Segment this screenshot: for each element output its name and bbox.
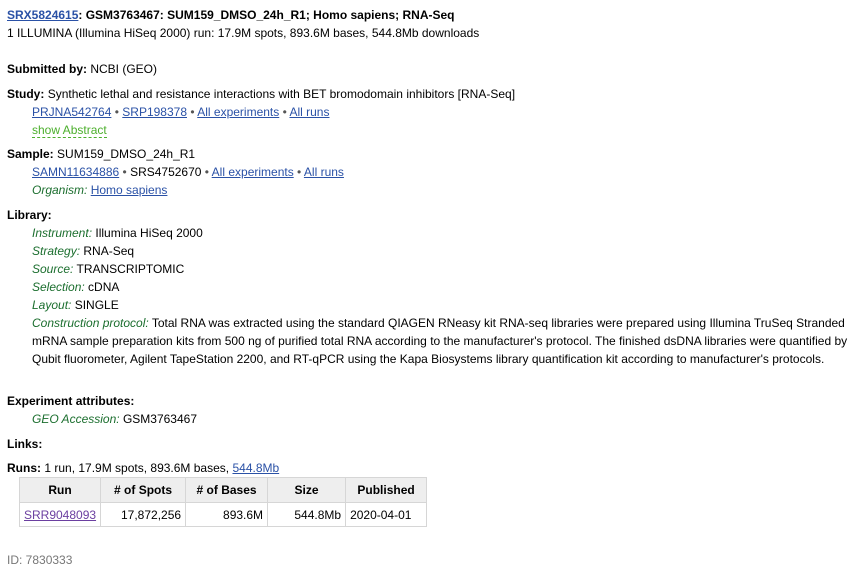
size-cell: 544.8Mb xyxy=(267,502,347,527)
organism-label: Organism: xyxy=(32,183,88,197)
instrument-value: Illumina HiSeq 2000 xyxy=(95,226,203,240)
runs-summary: Runs: 1 run, 17.9M spots, 893.6M bases, … xyxy=(7,460,279,476)
sample-name: SUM159_DMSO_24h_R1 xyxy=(57,147,196,161)
biosample-link[interactable]: SAMN11634886 xyxy=(32,165,119,179)
table-row: SRR9048093 17,872,256 893.6M 544.8Mb 202… xyxy=(18,502,428,527)
study-links: PRJNA542764 • SRP198378 • All experiment… xyxy=(32,104,329,120)
separator-bullet: • xyxy=(114,105,119,119)
sample-all-runs-link[interactable]: All runs xyxy=(304,165,344,179)
show-abstract-toggle[interactable]: show Abstract xyxy=(32,123,107,138)
geo-accession-label: GEO Accession: xyxy=(32,412,120,426)
column-header-spots: # of Spots xyxy=(100,477,187,503)
study-all-experiments-link[interactable]: All experiments xyxy=(197,105,279,119)
study-label: Study: xyxy=(7,87,45,101)
separator-bullet: • xyxy=(190,105,195,119)
sample-all-experiments-link[interactable]: All experiments xyxy=(212,165,294,179)
organism-link[interactable]: Homo sapiens xyxy=(91,183,168,197)
construction-protocol-label: Construction protocol: xyxy=(32,316,149,330)
selection-label: Selection: xyxy=(32,280,85,294)
experiment-summary: 1 ILLUMINA (Illumina HiSeq 2000) run: 17… xyxy=(7,26,480,40)
study-title: Synthetic lethal and resistance interact… xyxy=(47,87,516,101)
layout-row: Layout: SINGLE xyxy=(32,297,119,313)
bioproject-link[interactable]: PRJNA542764 xyxy=(32,105,111,119)
source-label: Source: xyxy=(32,262,74,276)
runs-table-header: Run # of Spots # of Bases Size Published xyxy=(18,477,428,503)
strategy-label: Strategy: xyxy=(32,244,81,258)
source-value: TRANSCRIPTOMIC xyxy=(76,262,185,276)
organism-row: Organism: Homo sapiens xyxy=(32,182,167,198)
column-header-published: Published xyxy=(345,477,428,503)
separator-bullet: • xyxy=(282,105,287,119)
library-label: Library: xyxy=(7,208,52,222)
column-header-bases: # of Bases xyxy=(185,477,269,503)
instrument-row: Instrument: Illumina HiSeq 2000 xyxy=(32,225,203,241)
links-label: Links: xyxy=(7,437,43,451)
sample-label: Sample: xyxy=(7,147,54,161)
spots-cell: 17,872,256 xyxy=(100,502,187,527)
study: Study: Synthetic lethal and resistance i… xyxy=(7,86,515,102)
layout-value: SINGLE xyxy=(74,298,119,312)
submitted-by: Submitted by: NCBI (GEO) xyxy=(7,61,157,77)
study-all-runs-link[interactable]: All runs xyxy=(289,105,329,119)
selection-value: cDNA xyxy=(88,280,120,294)
separator-bullet: • xyxy=(122,165,127,179)
geo-accession-row: GEO Accession: GSM3763467 xyxy=(32,411,197,427)
sample: Sample: SUM159_DMSO_24h_R1 xyxy=(7,146,195,162)
construction-protocol: Construction protocol: Total RNA was ext… xyxy=(32,314,858,368)
srs-accession: SRS4752670 xyxy=(130,165,202,179)
submitted-by-value: NCBI (GEO) xyxy=(90,62,158,76)
runs-label: Runs: xyxy=(7,461,41,475)
srp-link[interactable]: SRP198378 xyxy=(122,105,187,119)
run-cell: SRR9048093 xyxy=(18,502,102,527)
runs-table: Run # of Spots # of Bases Size Published… xyxy=(18,477,428,527)
experiment-attributes-label: Experiment attributes: xyxy=(7,394,135,408)
page-title: SRX5824615: GSM3763467: SUM159_DMSO_24h_… xyxy=(7,7,455,23)
record-id: ID: 7830333 xyxy=(7,553,73,567)
published-cell: 2020-04-01 xyxy=(345,502,428,527)
runs-summary-text: 1 run, 17.9M spots, 893.6M bases, xyxy=(44,461,230,475)
sample-links: SAMN11634886 • SRS4752670 • All experime… xyxy=(32,164,344,180)
separator-bullet: • xyxy=(204,165,209,179)
geo-accession-value: GSM3763467 xyxy=(122,412,197,426)
strategy-row: Strategy: RNA-Seq xyxy=(32,243,134,259)
submitted-by-label: Submitted by: xyxy=(7,62,87,76)
selection-row: Selection: cDNA xyxy=(32,279,119,295)
experiment-accession-link[interactable]: SRX5824615 xyxy=(7,8,78,22)
show-abstract-row: show Abstract xyxy=(32,122,107,138)
column-header-size: Size xyxy=(267,477,347,503)
column-header-run: Run xyxy=(18,477,102,503)
experiment-title: : GSM3763467: SUM159_DMSO_24h_R1; Homo s… xyxy=(78,8,455,22)
runs-download-link[interactable]: 544.8Mb xyxy=(232,461,279,475)
instrument-label: Instrument: xyxy=(32,226,93,240)
strategy-value: RNA-Seq xyxy=(83,244,135,258)
layout-label: Layout: xyxy=(32,298,72,312)
construction-protocol-text: Total RNA was extracted using the standa… xyxy=(32,316,848,366)
separator-bullet: • xyxy=(297,165,302,179)
source-row: Source: TRANSCRIPTOMIC xyxy=(32,261,184,277)
bases-cell: 893.6M xyxy=(185,502,269,527)
run-accession-link[interactable]: SRR9048093 xyxy=(24,508,96,522)
